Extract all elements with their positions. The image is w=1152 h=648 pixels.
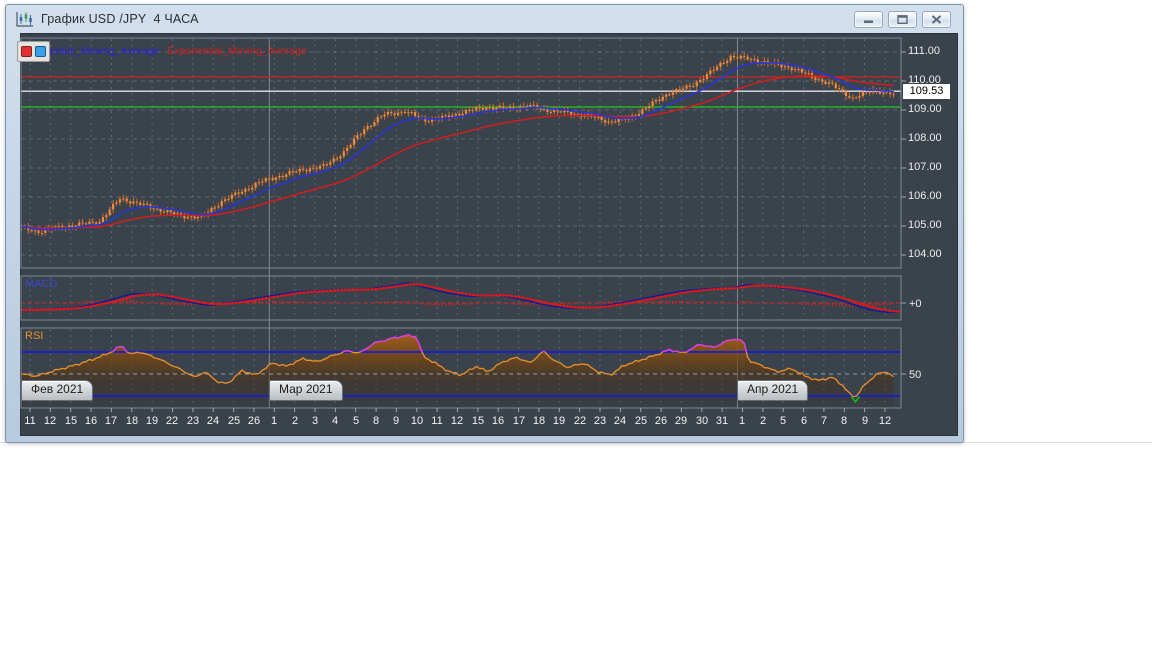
window-controls xyxy=(854,11,951,28)
minimize-button[interactable] xyxy=(854,11,883,28)
chart-content-area[interactable] xyxy=(20,33,958,436)
close-button[interactable] xyxy=(922,11,951,28)
window-title: График USD /JPY 4 ЧАСА xyxy=(41,12,199,26)
chart-window: График USD /JPY 4 ЧАСА xyxy=(5,4,964,443)
candlestick-chart-icon xyxy=(16,11,34,27)
minimize-icon xyxy=(863,15,874,24)
desktop-background: График USD /JPY 4 ЧАСА Exponential_Movin… xyxy=(0,0,1152,648)
maximize-button[interactable] xyxy=(888,11,917,28)
close-icon xyxy=(931,15,942,24)
window-titlebar[interactable]: График USD /JPY 4 ЧАСА xyxy=(6,5,963,33)
maximize-icon xyxy=(897,15,908,24)
